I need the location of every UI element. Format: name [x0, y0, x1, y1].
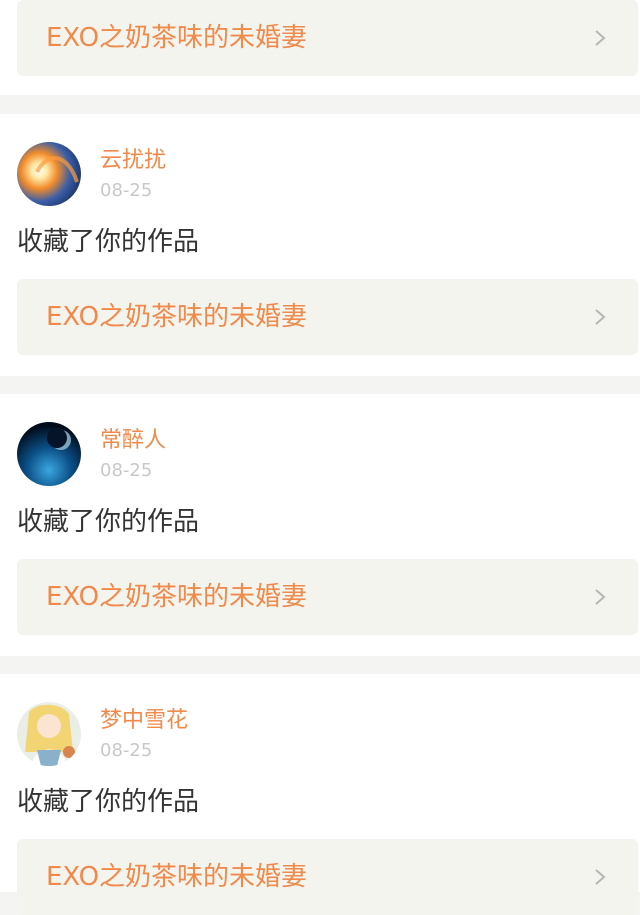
timestamp: 08-25 [100, 460, 153, 481]
action-text: 收藏了你的作品 [17, 787, 200, 817]
user-name[interactable]: 梦中雪花 [100, 707, 188, 735]
work-card[interactable]: EXO之奶茶味的未婚妻 [17, 0, 638, 76]
work-card[interactable]: EXO之奶茶味的未婚妻 [17, 279, 638, 355]
action-text: 收藏了你的作品 [17, 507, 200, 537]
work-title: EXO之奶茶味的未婚妻 [46, 23, 308, 53]
notification-item: 梦中雪花 08-25 收藏了你的作品 EXO之奶茶味的未婚妻 [0, 674, 640, 915]
timestamp: 08-25 [100, 180, 153, 201]
user-name[interactable]: 云扰扰 [100, 147, 166, 175]
notification-item: 云扰扰 08-25 收藏了你的作品 EXO之奶茶味的未婚妻 [0, 114, 640, 376]
avatar[interactable] [17, 702, 81, 766]
timestamp: 08-25 [100, 740, 153, 761]
work-title: EXO之奶茶味的未婚妻 [46, 582, 308, 612]
action-text: 收藏了你的作品 [17, 227, 200, 257]
work-card[interactable]: EXO之奶茶味的未婚妻 [17, 559, 638, 635]
work-title: EXO之奶茶味的未婚妻 [46, 862, 308, 892]
chevron-right-icon [595, 30, 606, 46]
work-title: EXO之奶茶味的未婚妻 [46, 302, 308, 332]
user-name[interactable]: 常醉人 [100, 427, 166, 455]
chevron-right-icon [595, 869, 606, 885]
avatar[interactable] [17, 142, 81, 206]
work-card[interactable]: EXO之奶茶味的未婚妻 [17, 839, 638, 915]
notification-item: 常醉人 08-25 收藏了你的作品 EXO之奶茶味的未婚妻 [0, 394, 640, 656]
notification-item: EXO之奶茶味的未婚妻 [0, 0, 640, 95]
avatar[interactable] [17, 422, 81, 486]
chevron-right-icon [595, 589, 606, 605]
chevron-right-icon [595, 309, 606, 325]
